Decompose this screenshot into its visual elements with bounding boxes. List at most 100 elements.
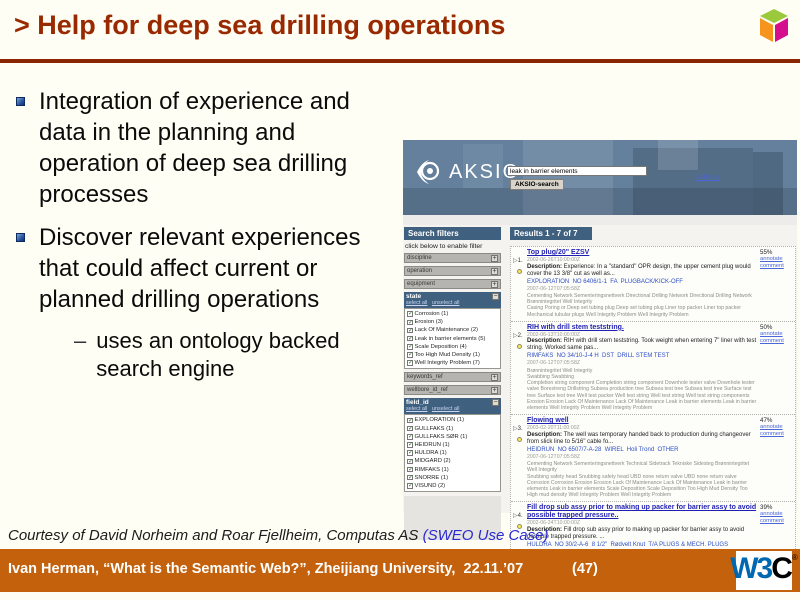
filter-group-state-header[interactable]: state − select all unselect all — [404, 292, 501, 308]
filter-option[interactable]: ✓Scale Deposition (4) — [407, 343, 498, 351]
checkbox-checked-icon[interactable]: ✓ — [407, 483, 413, 489]
result-description: Description: RIH with drill stem teststr… — [527, 338, 757, 352]
expand-plus-icon[interactable]: + — [491, 374, 498, 381]
title-divider — [0, 59, 800, 63]
sweo-use-case-link[interactable]: (SWEO Use Case) — [423, 527, 549, 544]
filter-bar-equipment[interactable]: equipment + — [404, 279, 501, 289]
search-filters-panel: Search filters click below to enable fil… — [404, 227, 501, 540]
bullet-list: Integration of experience and data in th… — [12, 86, 404, 383]
unselect-all-link[interactable]: unselect all — [432, 406, 460, 412]
filter-group-state-list: ✓Corrosion (1) ✓Erosion (3) ✓Lack Of Mai… — [404, 308, 501, 369]
unselect-all-link[interactable]: unselect all — [432, 300, 460, 306]
bullet-text: Integration of experience and data in th… — [39, 86, 394, 210]
checkbox-checked-icon[interactable]: ✓ — [407, 434, 413, 440]
result-body: RIH with drill stem teststring. 2002-06-… — [527, 324, 757, 411]
expand-plus-icon[interactable]: + — [491, 281, 498, 288]
result-title-link[interactable]: RIH with drill stem teststring. — [527, 324, 757, 332]
results-list: ▷1. Top plug/20" EZSV 2002-06-26T10:00:0… — [510, 246, 796, 585]
filter-option-label: Scale Deposition (4) — [415, 344, 467, 350]
description-label: Description: — [527, 338, 562, 344]
filter-option[interactable]: ✓SNORRE (1) — [407, 474, 498, 482]
comment-link[interactable]: comment — [760, 263, 793, 270]
filter-option[interactable]: ✓GULLFAKS (1) — [407, 425, 498, 433]
search-input[interactable] — [507, 166, 647, 176]
filters-caption: click below to enable filter — [405, 243, 501, 250]
result-title-link[interactable]: Fill drop sub assy prior to making up pa… — [527, 504, 757, 520]
expand-plus-icon[interactable]: + — [491, 387, 498, 394]
filter-bar-label: wellbore_id_ref — [407, 387, 448, 393]
filter-option[interactable]: ✓Lack Of Maintenance (2) — [407, 326, 498, 334]
result-title-link[interactable]: Flowing well — [527, 417, 757, 425]
filter-bar-discipline[interactable]: discipline + — [404, 253, 501, 263]
page-title: > Help for deep sea drilling operations — [14, 10, 505, 41]
checkbox-checked-icon[interactable]: ✓ — [407, 475, 413, 481]
filter-bar-label: keywords_ref — [407, 374, 443, 380]
result-title-link[interactable]: Top plug/20" EZSV — [527, 249, 757, 257]
filter-bar-wellbore-id-ref[interactable]: wellbore_id_ref + — [404, 385, 501, 395]
checkbox-checked-icon[interactable]: ✓ — [407, 352, 413, 358]
filter-option[interactable]: ✓Too High Mud Density (1) — [407, 351, 498, 359]
aksio-screenshot: AKSIO AKSIO-search Settings Search filte… — [403, 140, 797, 513]
filter-option[interactable]: ✓HULDRA (1) — [407, 449, 498, 457]
filter-option-label: GULLFAKS (1) — [415, 426, 454, 432]
filter-option-label: Well Integrity Problem (7) — [415, 360, 480, 366]
filter-option-label: Lack Of Maintenance (2) — [415, 327, 478, 333]
lightbulb-icon — [517, 437, 522, 442]
annotate-link[interactable]: annotate — [760, 256, 793, 263]
filter-group-field-header[interactable]: field_id − select all unselect all — [404, 398, 501, 414]
filter-option[interactable]: ✓Well Integrity Problem (7) — [407, 359, 498, 367]
select-all-link[interactable]: select all — [406, 406, 427, 412]
collapse-minus-icon[interactable]: − — [492, 293, 499, 300]
checkbox-checked-icon[interactable]: ✓ — [407, 459, 413, 465]
tag-line: Snubbing safety head Snubbing safety hea… — [527, 474, 757, 480]
expand-plus-icon[interactable]: + — [491, 255, 498, 262]
annotate-link[interactable]: annotate — [760, 331, 793, 338]
filter-bar-keywords-ref[interactable]: keywords_ref + — [404, 372, 501, 382]
filter-option[interactable]: ✓Leak in barrier elements (5) — [407, 335, 498, 343]
annotate-link[interactable]: annotate — [760, 424, 793, 431]
filter-option[interactable]: ✓Erosion (3) — [407, 318, 498, 326]
lightbulb-icon — [517, 344, 522, 349]
checkbox-checked-icon[interactable]: ✓ — [407, 467, 413, 473]
checkbox-checked-icon[interactable]: ✓ — [407, 311, 413, 317]
tag-line: Completion string component Completion s… — [527, 380, 757, 399]
filter-option[interactable]: ✓Corrosion (1) — [407, 310, 498, 318]
filter-option[interactable]: ✓VISUND (2) — [407, 482, 498, 490]
tag-line: Cementing Network Sementeringsnettverk D… — [527, 293, 757, 305]
aksio-eye-icon — [413, 156, 445, 188]
aksio-header: AKSIO AKSIO-search Settings — [403, 140, 797, 215]
comment-link[interactable]: comment — [760, 338, 793, 345]
registered-mark: ® — [792, 553, 798, 563]
filter-option[interactable]: ✓HEIDRUN (1) — [407, 441, 498, 449]
checkbox-checked-icon[interactable]: ✓ — [407, 450, 413, 456]
filter-option[interactable]: ✓EXPLORATION (1) — [407, 416, 498, 424]
filter-bar-operation[interactable]: operation + — [404, 266, 501, 276]
result-number: 2. — [518, 333, 523, 339]
checkbox-checked-icon[interactable]: ✓ — [407, 320, 413, 326]
comment-link[interactable]: comment — [760, 431, 793, 438]
expand-plus-icon[interactable]: + — [491, 268, 498, 275]
checkbox-checked-icon[interactable]: ✓ — [407, 336, 413, 342]
checkbox-checked-icon[interactable]: ✓ — [407, 344, 413, 350]
filter-option[interactable]: ✓MIDGARD (2) — [407, 457, 498, 465]
result-actions: 50% annotate comment — [757, 324, 793, 411]
aksio-search-button[interactable]: AKSIO-search — [510, 179, 564, 190]
select-all-link[interactable]: select all — [406, 300, 427, 306]
filter-option-label: SNORRE (1) — [415, 475, 449, 481]
result-metadata: HULDRA NO 30/2-A-6 8 1/2" Rødvelt Knut T… — [527, 542, 757, 549]
checkbox-checked-icon[interactable]: ✓ — [407, 418, 413, 424]
header-settings-link[interactable]: Settings — [696, 174, 720, 181]
results-panel: Results 1 - 7 of 7 ▷1. Top plug/20" EZSV… — [510, 227, 796, 585]
checkbox-checked-icon[interactable]: ✓ — [407, 426, 413, 432]
collapse-minus-icon[interactable]: − — [492, 399, 499, 406]
courtesy-line: Courtesy of David Norheim and Roar Fjell… — [8, 527, 548, 544]
comment-link[interactable]: comment — [760, 518, 793, 525]
checkbox-checked-icon[interactable]: ✓ — [407, 328, 413, 334]
result-updated-date: 2007-06-12T07:05:58Z — [527, 286, 757, 293]
filter-option[interactable]: ✓GULLFAKS SØR (1) — [407, 433, 498, 441]
checkbox-checked-icon[interactable]: ✓ — [407, 360, 413, 366]
annotate-link[interactable]: annotate — [760, 511, 793, 518]
w3c-logo-c: C — [771, 551, 792, 587]
checkbox-checked-icon[interactable]: ✓ — [407, 442, 413, 448]
filter-option[interactable]: ✓RIMFAKS (1) — [407, 465, 498, 473]
